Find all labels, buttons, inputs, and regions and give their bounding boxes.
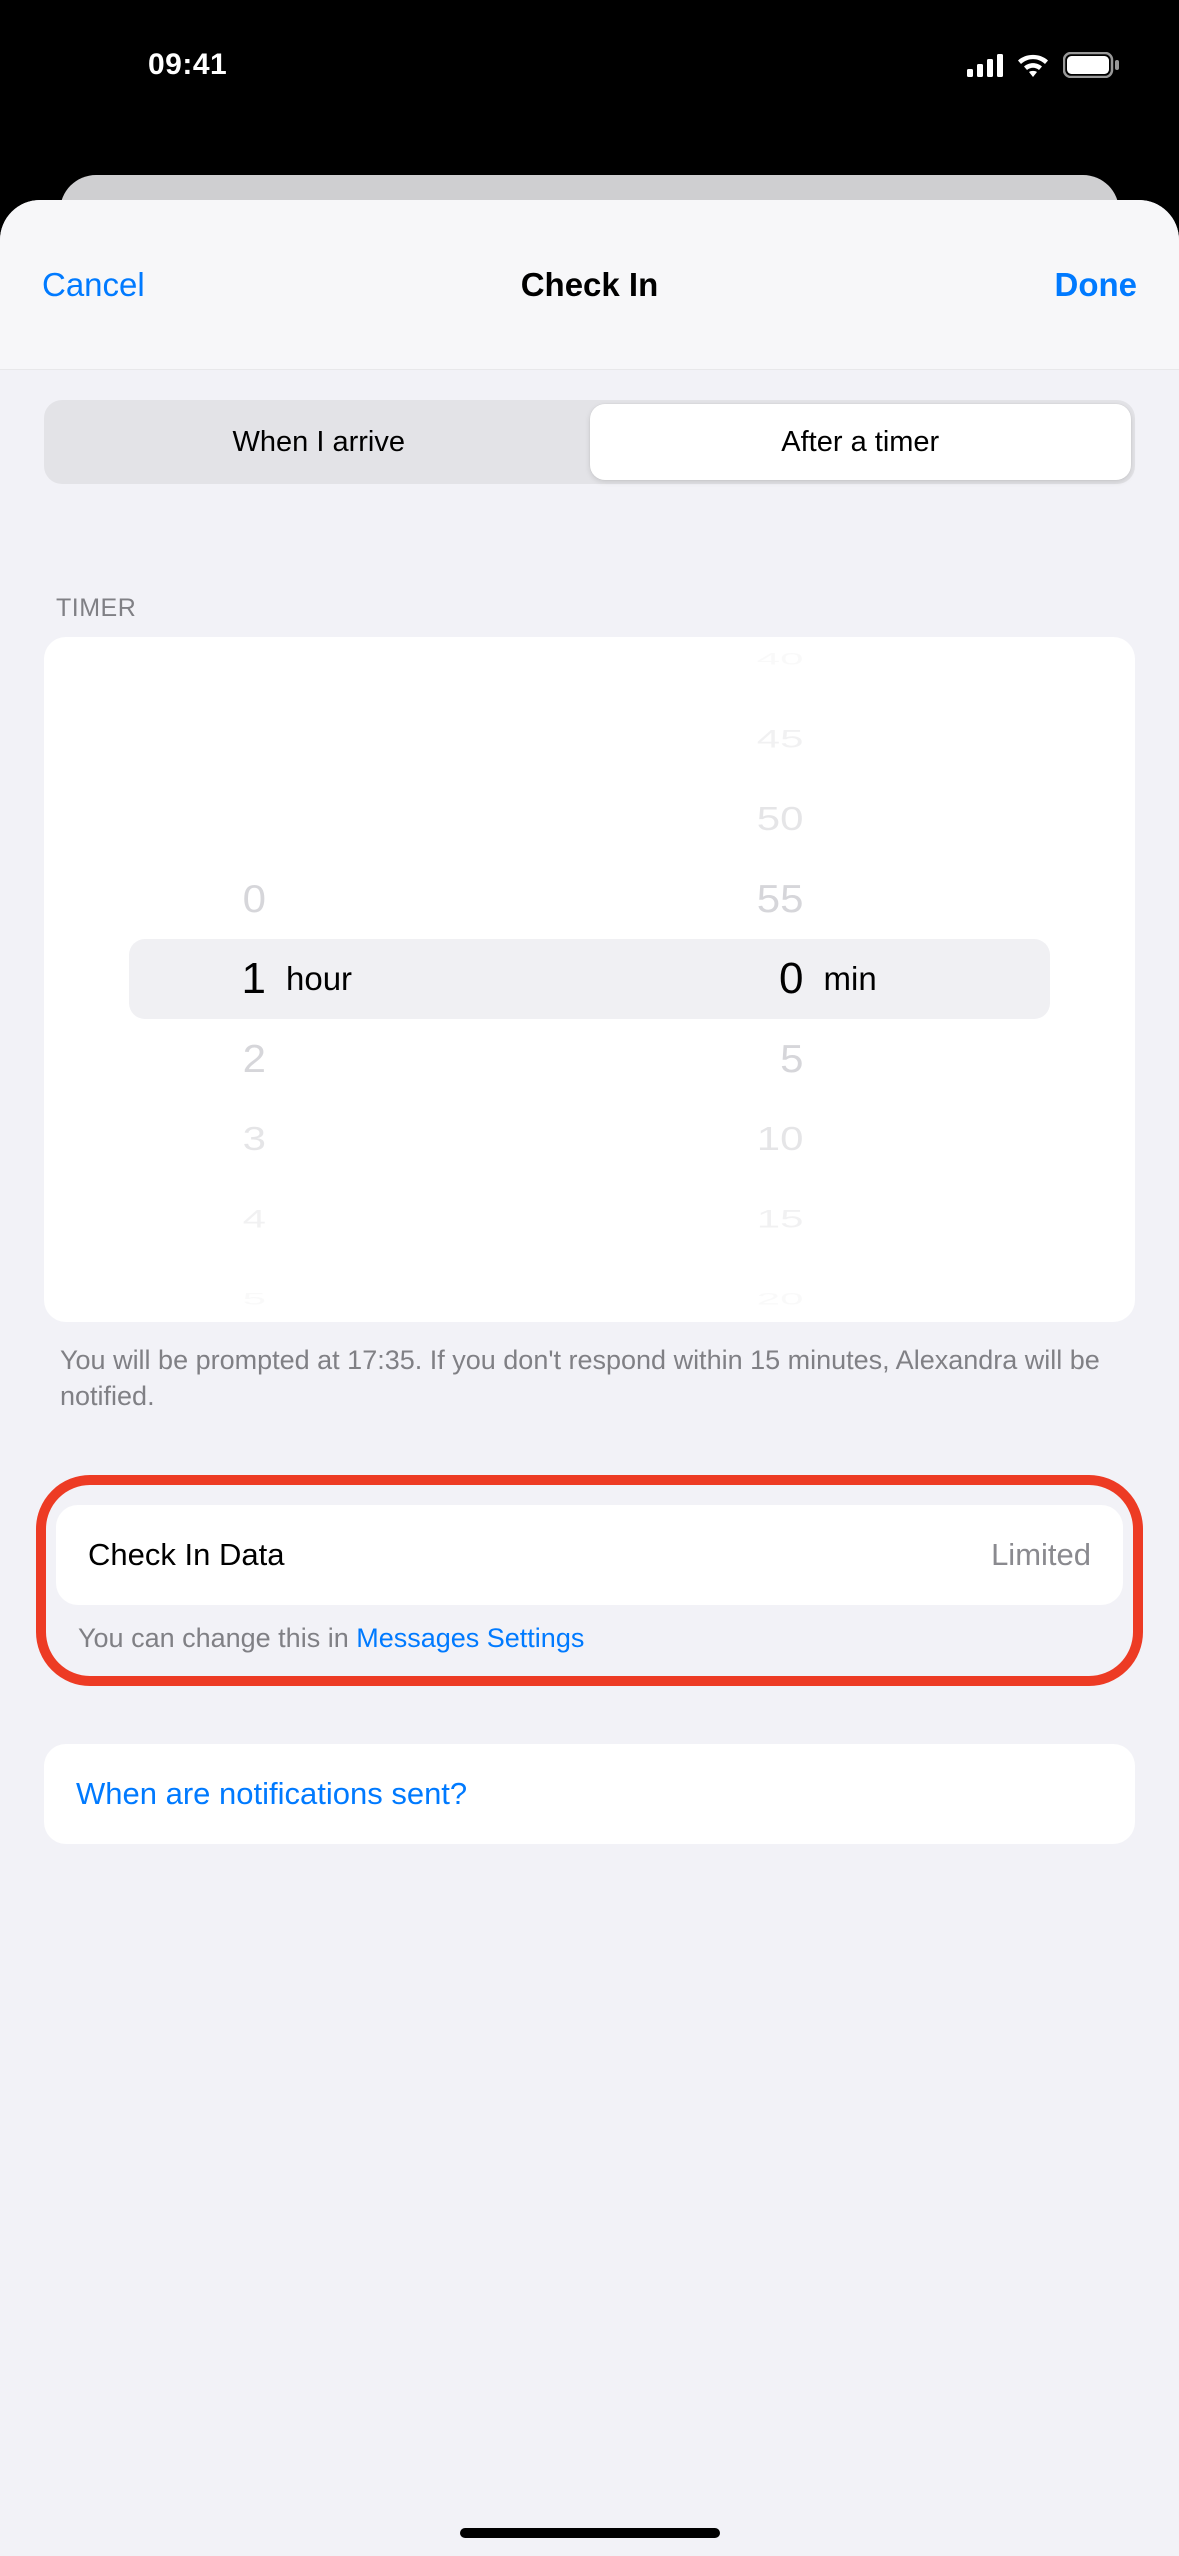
hour-unit-label: hour	[286, 960, 352, 998]
hour-option: 4	[44, 1205, 274, 1234]
battery-icon	[1063, 52, 1121, 78]
home-indicator[interactable]	[460, 2528, 720, 2538]
notifications-info-row[interactable]: When are notifications sent?	[44, 1744, 1135, 1844]
check-in-data-label: Check In Data	[88, 1537, 284, 1573]
minute-option: 45	[590, 725, 812, 754]
check-in-data-value: Limited	[991, 1537, 1091, 1573]
minute-option: 55	[590, 877, 812, 921]
hour-selected: 1	[44, 954, 274, 1004]
check-in-data-row[interactable]: Check In Data Limited	[56, 1505, 1123, 1605]
segmented-control[interactable]: When I arrive After a timer	[44, 400, 1135, 484]
wifi-icon	[1015, 52, 1051, 78]
timer-footer-text: You will be prompted at 17:35. If you do…	[60, 1342, 1119, 1415]
subtext-prefix: You can change this in	[78, 1623, 356, 1653]
minute-wheel[interactable]: 40 45 50 55 0 min 5 10 15 20	[590, 637, 1136, 1322]
hour-option: 2	[44, 1037, 274, 1081]
minute-option: 15	[590, 1205, 812, 1234]
hour-wheel[interactable]: 0 1 hour 2 3 4 5	[44, 637, 590, 1322]
segment-when-i-arrive[interactable]: When I arrive	[48, 404, 590, 480]
done-button[interactable]: Done	[957, 266, 1137, 304]
segment-after-a-timer[interactable]: After a timer	[590, 404, 1132, 480]
messages-settings-link[interactable]: Messages Settings	[356, 1623, 584, 1653]
minute-option: 5	[590, 1037, 812, 1081]
minute-option: 20	[590, 1289, 812, 1308]
minute-option: 50	[590, 800, 812, 838]
minute-option: 10	[590, 1120, 812, 1158]
minute-selected: 0	[590, 954, 812, 1004]
nav-title: Check In	[521, 266, 659, 304]
notifications-info-label: When are notifications sent?	[76, 1776, 467, 1812]
annotation-highlight: Check In Data Limited You can change thi…	[36, 1475, 1143, 1686]
status-time: 09:41	[58, 48, 227, 82]
hour-option: 5	[44, 1289, 274, 1308]
status-indicators	[967, 52, 1121, 78]
modal-sheet: Cancel Check In Done When I arrive After…	[0, 200, 1179, 2556]
nav-bar: Cancel Check In Done	[0, 200, 1179, 370]
cellular-icon	[967, 53, 1003, 77]
minute-option: 40	[590, 649, 812, 668]
cancel-button[interactable]: Cancel	[42, 266, 222, 304]
timer-picker[interactable]: 0 1 hour 2 3 4 5 40 45	[44, 637, 1135, 1322]
hour-option: 0	[44, 877, 274, 921]
status-bar: 09:41	[0, 0, 1179, 130]
minute-unit-label: min	[824, 960, 877, 998]
check-in-data-subtext: You can change this in Messages Settings	[78, 1623, 1101, 1654]
hour-option: 3	[44, 1120, 274, 1158]
timer-section-header: TIMER	[56, 594, 1123, 623]
